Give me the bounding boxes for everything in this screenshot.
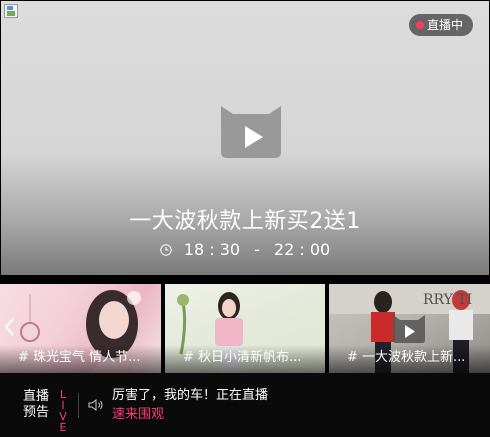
live-status-label: 直播中 [426,18,463,32]
ticker-message: 厉害了，我的车！正在直播 [112,388,269,403]
thumbnail-carousel: # 珠光宝气 情人节... # 秋日小清新帆布... RRY TI # 一大波秋… [0,284,490,373]
thumbnail-item[interactable]: RRY TI # 一大波秋款上新... [329,284,490,373]
start-time: 18 : 30 [183,240,241,259]
stream-title: 一大波秋款上新买2送1 [129,209,361,234]
broken-image-icon [4,4,20,20]
label-line-1: 直播 [23,389,50,404]
live-status-badge: 直播中 [408,14,473,36]
watch-now-link[interactable]: 速来围观 [112,406,164,424]
main-video[interactable]: 直播中 一大波秋款上新买2送1 18 : 30 - 22 : 00 [1,1,489,275]
svg-text:RRY TI: RRY TI [423,292,472,308]
thumbnail-caption: # 珠光宝气 情人节... [0,345,161,373]
speaker-icon [88,399,103,411]
chevron-left-icon[interactable] [3,317,15,337]
clock-icon [160,243,172,256]
end-time: 22 : 00 [273,240,331,259]
live-letter: E [59,421,67,434]
divider [78,393,79,418]
live-widget: 直播中 一大波秋款上新买2送1 18 : 30 - 22 : 00 # 珠光宝气… [0,0,490,437]
tmall-play-icon[interactable] [217,104,285,160]
label-line-2: 预告 [23,405,50,420]
live-vertical-text: L I V E [57,389,69,433]
live-dot-icon [415,21,424,29]
thumbnail-caption: # 秋日小清新帆布... [165,345,325,373]
time-separator: - [254,240,260,259]
live-preview-label: 直播 预告 [23,389,49,421]
stream-schedule: 18 : 30 - 22 : 00 [1,240,489,259]
thumbnail-item[interactable]: # 秋日小清新帆布... [165,284,325,373]
live-preview-ticker: 直播 预告 L I V E 厉害了，我的车！正在直播 速来围观 [0,373,490,437]
thumbnail-caption: # 一大波秋款上新... [329,345,490,373]
thumbnail-item[interactable]: # 珠光宝气 情人节... [0,284,161,373]
tmall-play-icon[interactable] [391,314,427,344]
